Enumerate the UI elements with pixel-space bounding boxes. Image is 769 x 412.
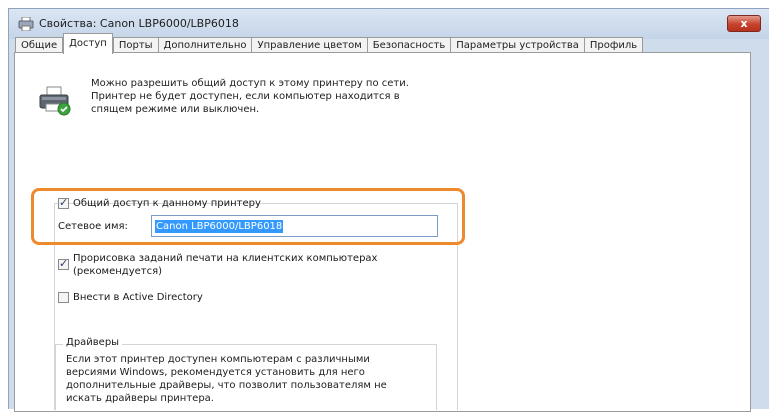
tab-strip: Общие Доступ Порты Дополнительно Управле… <box>15 33 644 54</box>
drivers-text-line: версиями Windows, рекомендуется установи… <box>66 367 365 378</box>
drivers-text-line: дополнительные драйверы, что позволит по… <box>66 380 387 391</box>
description-line: Можно разрешить общий доступ к этому при… <box>91 78 409 89</box>
tab-sharing[interactable]: Доступ <box>63 33 113 54</box>
window-title: Свойства: Canon LBP6000/LBP6018 <box>39 17 239 30</box>
active-directory-label: Внести в Active Directory <box>73 292 203 303</box>
drivers-text-line: Если этот принтер доступен компьютерам с… <box>66 354 370 365</box>
close-button[interactable]: x <box>727 15 761 32</box>
shared-printer-icon <box>39 86 71 116</box>
drivers-group-title: Драйверы <box>63 337 123 348</box>
description-line: спящем режиме или выключен. <box>91 104 260 115</box>
sharing-description: Можно разрешить общий доступ к этому при… <box>91 77 409 116</box>
render-jobs-row[interactable]: Прорисовка заданий печати на клиентских … <box>58 252 377 278</box>
description-line: Принтер не будет доступен, если компьюте… <box>91 91 400 102</box>
render-jobs-label-line: (рекомендуется) <box>73 266 163 277</box>
render-jobs-checkbox[interactable] <box>58 257 69 270</box>
render-jobs-label-line: Прорисовка заданий печати на клиентских … <box>73 253 378 264</box>
printer-small-icon <box>18 17 34 31</box>
render-jobs-label: Прорисовка заданий печати на клиентских … <box>73 252 377 278</box>
active-directory-checkbox[interactable] <box>58 292 69 303</box>
active-directory-row[interactable]: Внести в Active Directory <box>58 291 203 304</box>
drivers-text-line: искать драйверы принтера. <box>66 393 214 404</box>
drivers-description: Если этот принтер доступен компьютерам с… <box>66 353 387 405</box>
highlight-frame <box>31 188 465 245</box>
